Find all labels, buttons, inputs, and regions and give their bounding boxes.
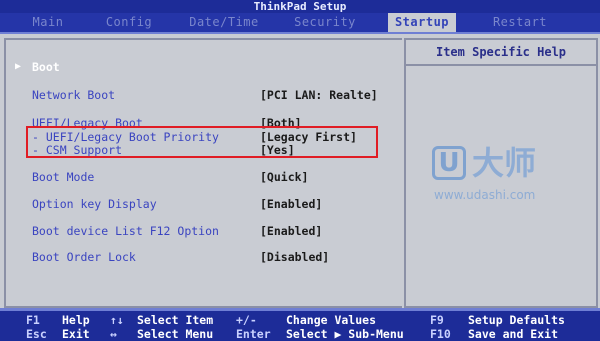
setting-row-network-boot[interactable]: Network Boot [PCI LAN: Realte]	[6, 88, 406, 102]
f9-key: F9	[430, 313, 444, 327]
tab-date-time[interactable]: Date/Time	[184, 13, 264, 32]
watermark-url: www.udashi.com	[434, 188, 536, 202]
select-menu-desc: Select Menu	[137, 327, 214, 341]
udashi-logo-icon: U	[432, 146, 466, 180]
f1-key: F1	[26, 313, 40, 327]
boot-menu-item[interactable]: ▶ Boot	[6, 60, 406, 74]
change-values-desc: Change Values	[286, 313, 377, 327]
setting-label: Boot device List F12 Option	[32, 224, 219, 238]
key-help-footer: F1 Help Esc Exit ↑↓ Select Item ↔ Select…	[0, 308, 600, 341]
help-panel-title: Item Specific Help	[406, 40, 596, 66]
leftright-arrows-icon: ↔	[110, 327, 117, 341]
tab-startup[interactable]: Startup	[388, 13, 456, 32]
setup-main-area: ▶ Boot Network Boot [PCI LAN: Realte] UE…	[0, 34, 600, 308]
setting-label: Network Boot	[32, 88, 116, 102]
setting-label: Option key Display	[32, 197, 157, 211]
tab-bar: Main Config Date/Time Security Startup R…	[0, 13, 600, 34]
esc-desc: Exit	[62, 327, 90, 341]
tab-security[interactable]: Security	[290, 13, 360, 32]
setting-value[interactable]: [PCI LAN: Realte]	[260, 88, 378, 102]
setup-defaults-desc: Setup Defaults	[468, 313, 565, 327]
setting-label: Boot Mode	[32, 170, 95, 184]
updown-arrows-icon: ↑↓	[110, 313, 124, 327]
tab-restart[interactable]: Restart	[484, 13, 556, 32]
sub-menu-desc: Select ▶ Sub-Menu	[286, 327, 404, 341]
boot-label: Boot	[32, 60, 60, 74]
setting-value[interactable]: [Enabled]	[260, 197, 322, 211]
f1-desc: Help	[62, 313, 90, 327]
setting-label: Boot Order Lock	[32, 250, 136, 264]
esc-key: Esc	[26, 327, 47, 341]
watermark: U 大师 www.udashi.com	[432, 146, 592, 236]
f10-key: F10	[430, 327, 451, 341]
setting-row-boot-mode[interactable]: Boot Mode [Quick]	[6, 170, 406, 184]
settings-panel: ▶ Boot Network Boot [PCI LAN: Realte] UE…	[4, 38, 402, 308]
window-title: ThinkPad Setup	[0, 0, 600, 13]
setting-row-f12-option[interactable]: Boot device List F12 Option [Enabled]	[6, 224, 406, 238]
save-exit-desc: Save and Exit	[468, 327, 559, 341]
setting-row-option-key-display[interactable]: Option key Display [Enabled]	[6, 197, 406, 211]
plus-minus-key: +/-	[236, 313, 257, 327]
tab-main[interactable]: Main	[18, 13, 78, 32]
enter-key: Enter	[236, 327, 271, 341]
select-item-desc: Select Item	[137, 313, 214, 327]
setting-value[interactable]: [Enabled]	[260, 224, 322, 238]
red-highlight-annotation	[26, 126, 378, 158]
setting-value[interactable]: [Quick]	[260, 170, 308, 184]
submenu-arrow-icon: ▶	[15, 61, 22, 72]
tab-config[interactable]: Config	[98, 13, 160, 32]
setting-value[interactable]: [Disabled]	[260, 250, 329, 264]
setting-row-boot-order-lock[interactable]: Boot Order Lock [Disabled]	[6, 250, 406, 264]
watermark-text: 大师	[472, 144, 537, 182]
